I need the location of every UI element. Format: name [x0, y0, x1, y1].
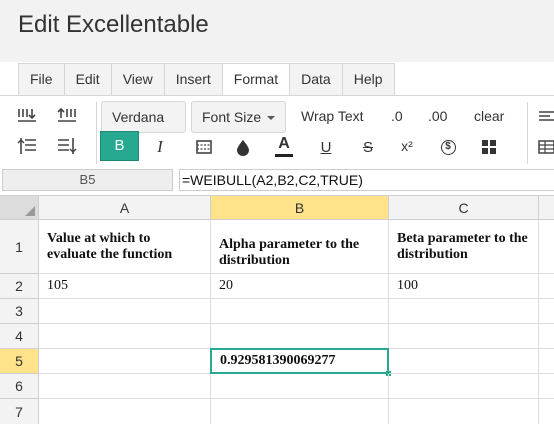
cell-d7[interactable]	[539, 399, 554, 424]
corner-triangle-icon	[25, 206, 35, 216]
cell-d4[interactable]	[539, 324, 554, 349]
cell-name-box[interactable]: B5	[2, 169, 173, 191]
column-header-a[interactable]: A	[39, 196, 211, 220]
font-family-value: Verdana	[112, 109, 165, 125]
cell-d6[interactable]	[539, 374, 554, 399]
select-all-corner[interactable]	[0, 196, 39, 220]
row-header-4[interactable]: 4	[0, 324, 39, 349]
superscript-button[interactable]: x²	[396, 136, 418, 156]
cell-c7[interactable]	[389, 399, 539, 424]
cell-a6[interactable]	[39, 374, 211, 399]
menu-bar: File Edit View Insert Format Data Help	[18, 63, 395, 96]
bold-button[interactable]: B	[100, 131, 139, 161]
row-header-3[interactable]: 3	[0, 299, 39, 324]
toolbar: Verdana Font Size Wrap Text .0 .00 clear…	[0, 95, 554, 167]
cell-b2[interactable]: 20	[211, 274, 389, 299]
cell-a4[interactable]	[39, 324, 211, 349]
menu-view[interactable]: View	[111, 64, 165, 95]
text-color-icon: A	[278, 135, 290, 152]
row-header-5[interactable]: 5	[0, 349, 39, 374]
cell-a5[interactable]	[39, 349, 211, 374]
currency-icon: $	[440, 139, 456, 155]
merge-cells-icon[interactable]	[478, 137, 500, 157]
cell-a7[interactable]	[39, 399, 211, 424]
font-size-value: Font Size	[202, 109, 262, 125]
font-size-dropdown[interactable]: Font Size	[191, 101, 286, 133]
cell-c3[interactable]	[389, 299, 539, 324]
cell-c2[interactable]: 100	[389, 274, 539, 299]
cell-a3[interactable]	[39, 299, 211, 324]
column-header-b[interactable]: B	[211, 196, 389, 220]
toolbar-separator	[527, 102, 528, 164]
cell-b4[interactable]	[211, 324, 389, 349]
insert-column-right-icon[interactable]	[56, 136, 78, 156]
row-header-2[interactable]: 2	[0, 274, 39, 299]
cell-a1[interactable]: Value at which to evaluate the function	[39, 220, 211, 274]
spreadsheet-grid: A B C 1 2 3 4 5 6 7 Value at which to ev…	[0, 195, 554, 424]
title-bar: Edit Excellentable	[0, 0, 554, 62]
underline-button[interactable]: U	[315, 137, 337, 157]
menu-data[interactable]: Data	[290, 64, 343, 95]
increase-decimal-button[interactable]: .00	[428, 108, 447, 124]
cell-c4[interactable]	[389, 324, 539, 349]
chevron-down-icon	[267, 116, 276, 121]
cell-d5[interactable]	[539, 349, 554, 374]
cell-b3[interactable]	[211, 299, 389, 324]
insert-row-above-icon[interactable]	[16, 106, 38, 126]
formula-input[interactable]: =WEIBULL(A2,B2,C2,TRUE)	[179, 169, 554, 191]
decrease-decimal-button[interactable]: .0	[391, 108, 403, 124]
text-color-button[interactable]: A	[273, 133, 295, 159]
fill-color-icon[interactable]	[232, 137, 254, 157]
currency-button[interactable]: $	[437, 137, 459, 157]
menu-help[interactable]: Help	[342, 64, 394, 95]
app-title: Edit Excellentable	[18, 11, 209, 38]
row-header-6[interactable]: 6	[0, 374, 39, 399]
text-color-swatch	[275, 154, 293, 157]
cell-a2[interactable]: 105	[39, 274, 211, 299]
cell-b7[interactable]	[211, 399, 389, 424]
cell-b5[interactable]: 0.929581390069277	[210, 348, 389, 374]
insert-column-left-icon[interactable]	[16, 136, 38, 156]
cell-d1[interactable]	[539, 220, 554, 274]
table-icon[interactable]	[537, 137, 554, 157]
wrap-text-button[interactable]: Wrap Text	[301, 108, 364, 124]
row-header-1[interactable]: 1	[0, 220, 39, 274]
menu-insert[interactable]: Insert	[164, 64, 223, 95]
cell-b1[interactable]: Alpha parameter to the distribution	[211, 220, 389, 274]
align-left-icon[interactable]	[537, 108, 554, 126]
cell-d3[interactable]	[539, 299, 554, 324]
italic-button[interactable]: I	[147, 137, 173, 157]
insert-row-below-icon[interactable]	[56, 106, 78, 126]
row-header-7[interactable]: 7	[0, 399, 39, 424]
cell-c1[interactable]: Beta parameter to the distribution	[389, 220, 539, 274]
formula-bar: B5 =WEIBULL(A2,B2,C2,TRUE)	[0, 167, 554, 194]
menu-format[interactable]: Format	[222, 64, 291, 96]
clear-button[interactable]: clear	[474, 108, 504, 124]
column-header-c[interactable]: C	[389, 196, 539, 220]
cell-b6[interactable]	[211, 374, 389, 399]
menu-edit[interactable]: Edit	[64, 64, 112, 95]
cell-c5[interactable]	[389, 349, 539, 374]
toolbar-separator	[96, 102, 97, 164]
strikethrough-button[interactable]: S	[357, 137, 379, 157]
font-family-dropdown[interactable]: Verdana	[101, 101, 186, 151]
column-header-next[interactable]	[539, 196, 554, 220]
border-icon[interactable]	[193, 137, 215, 157]
cell-d2[interactable]	[539, 274, 554, 299]
cell-c6[interactable]	[389, 374, 539, 399]
menu-file[interactable]: File	[19, 64, 65, 95]
